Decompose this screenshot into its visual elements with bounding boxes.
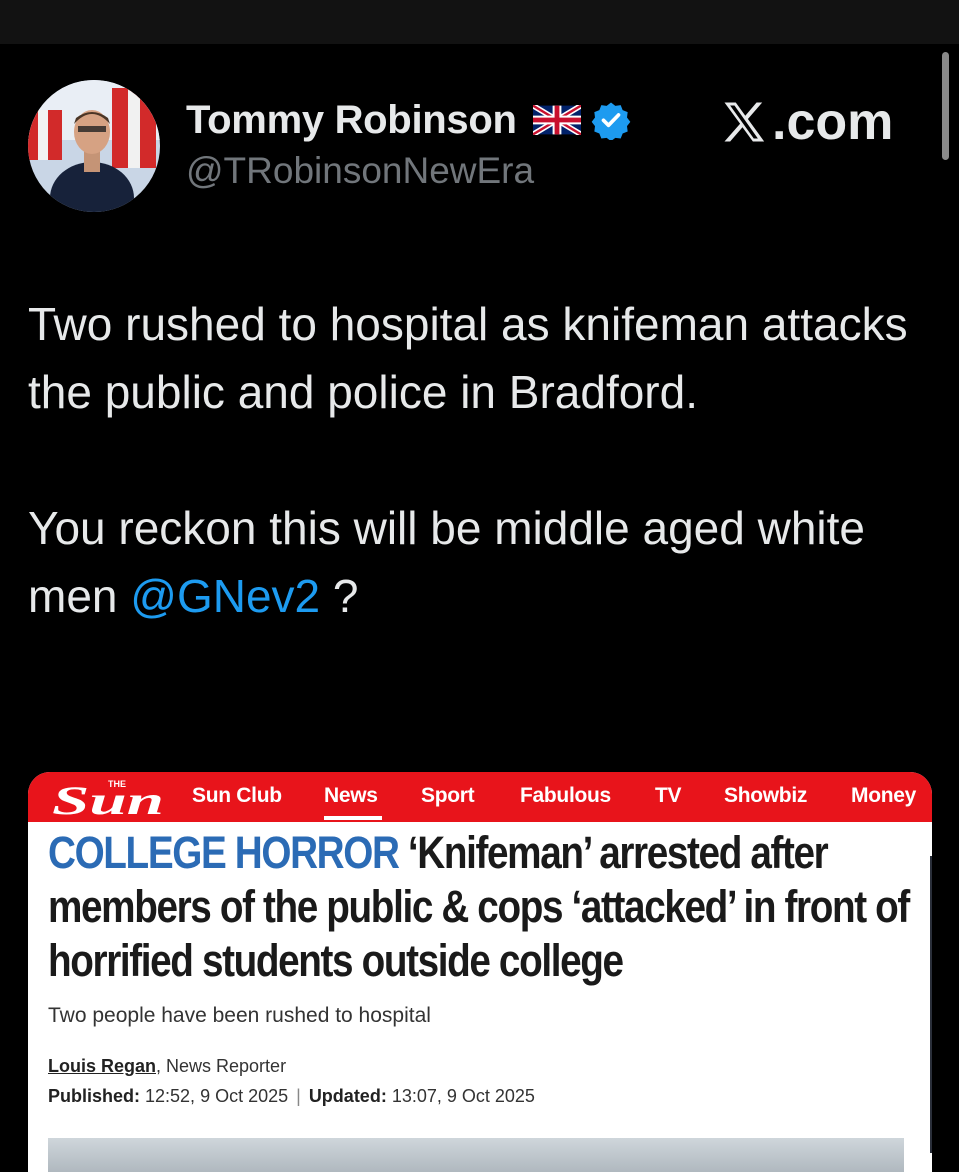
author-name-row: Tommy Robinson: [186, 92, 631, 148]
article-screenshot[interactable]: THE Sun Sun Club News Sport Fabulous TV …: [28, 772, 932, 1172]
mention-link[interactable]: @GNev2: [130, 570, 320, 622]
nav-showbiz[interactable]: Showbiz: [724, 784, 807, 808]
nav-fabulous[interactable]: Fabulous: [520, 784, 611, 808]
x-logo-icon: [718, 96, 770, 148]
brand-text: .com: [772, 93, 894, 151]
nav-sport[interactable]: Sport: [421, 784, 475, 808]
verified-badge-icon: [591, 100, 631, 142]
status-bar: [0, 0, 959, 44]
svg-text:Sun: Sun: [52, 778, 164, 818]
published-time: 12:52, 9 Oct 2025: [140, 1086, 289, 1106]
author-link[interactable]: Louis Regan: [48, 1056, 156, 1076]
article-byline: Louis Regan, News Reporter: [48, 1056, 286, 1077]
date-separator: |: [296, 1086, 301, 1106]
x-brand: .com: [718, 92, 893, 152]
tweet-text-segment: ?: [320, 570, 359, 622]
article-standfirst: Two people have been rushed to hospital: [48, 1004, 431, 1027]
tweet-text: Two rushed to hospital as knifeman attac…: [28, 290, 928, 630]
uk-flag-icon: [531, 103, 583, 137]
published-label: Published:: [48, 1086, 141, 1106]
scrollbar[interactable]: [942, 52, 949, 160]
article-dates: Published: 12:52, 9 Oct 2025 | Updated: 13…: [48, 1086, 535, 1107]
nav-money[interactable]: Money: [851, 784, 916, 808]
article-headline[interactable]: COLLEGE HORROR ‘Knifeman’ arrested after…: [48, 826, 925, 988]
nav-news[interactable]: News: [324, 784, 378, 808]
author-handle[interactable]: @TRobinsonNewEra: [186, 150, 534, 192]
updated-time: 13:07, 9 Oct 2025: [386, 1086, 535, 1106]
active-nav-indicator: [324, 816, 382, 820]
article-image: [48, 1138, 904, 1172]
updated-label: Updated:: [308, 1086, 387, 1106]
tweet-paragraph: You reckon this will be middle aged whit…: [28, 494, 928, 630]
nav-sun-club[interactable]: Sun Club: [192, 784, 282, 808]
nav-tv[interactable]: TV: [655, 784, 682, 808]
sun-nav-bar: THE Sun Sun Club News Sport Fabulous TV …: [28, 772, 932, 823]
headline-kicker: COLLEGE HORROR: [48, 827, 400, 878]
author-role: , News Reporter: [156, 1056, 287, 1076]
card-border: [930, 856, 932, 1153]
sun-logo: THE Sun: [50, 776, 170, 823]
tweet-paragraph: Two rushed to hospital as knifeman attac…: [28, 298, 908, 418]
avatar[interactable]: [28, 80, 160, 212]
author-name[interactable]: Tommy Robinson: [186, 98, 517, 143]
